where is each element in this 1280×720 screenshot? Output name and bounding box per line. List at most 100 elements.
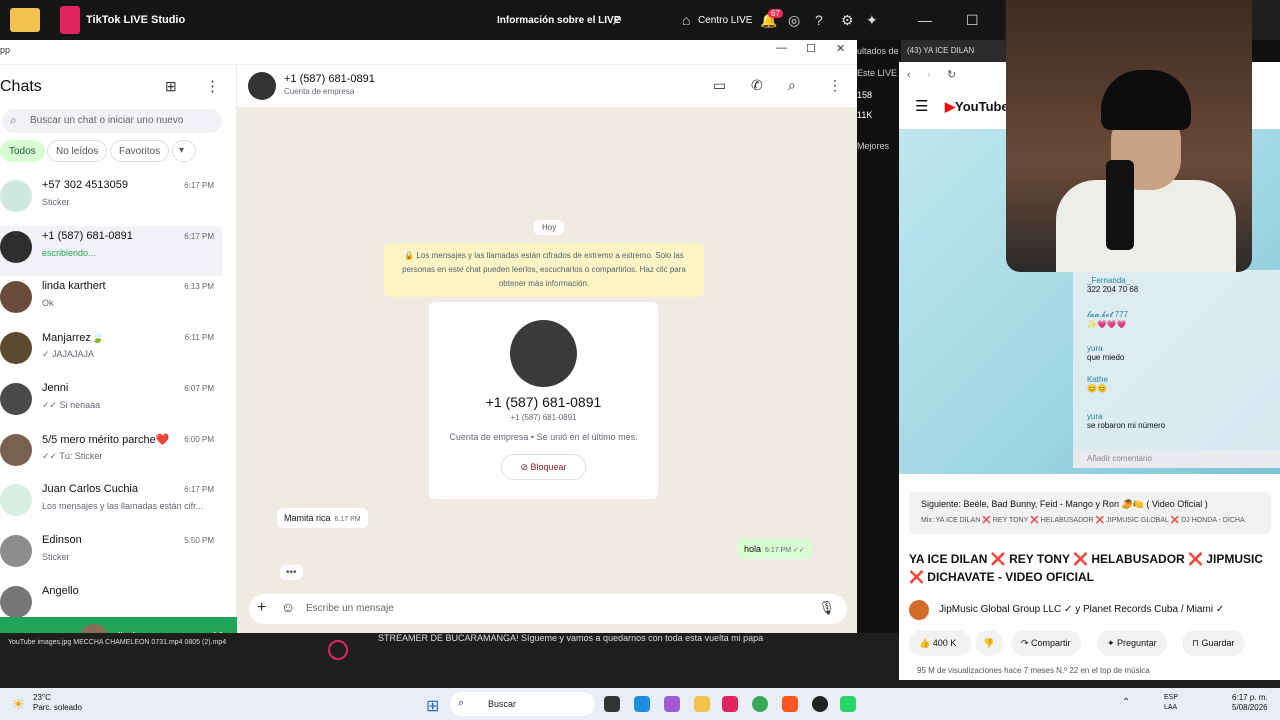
chat-time: 6:11 PM [184, 333, 214, 343]
search-icon[interactable]: ⌕ [788, 77, 796, 94]
search-icon: ⌕ [458, 697, 465, 709]
whatsapp-icon[interactable] [840, 696, 856, 712]
encryption-note[interactable]: 🔒 Los mensajes y las llamadas están cifr… [384, 243, 704, 297]
chat-preview: ✓✓ Tú: Sticker [42, 450, 103, 461]
menu-icon[interactable]: ⋮ [205, 77, 220, 95]
share-icon: ↷ [1021, 638, 1032, 648]
help-icon[interactable]: ? [815, 12, 823, 28]
copilot-icon[interactable] [664, 696, 680, 712]
chevron-up-icon[interactable]: ⌃ [1122, 697, 1130, 708]
maximize-icon[interactable]: ☐ [966, 12, 979, 29]
menu-icon[interactable]: ⋮ [828, 77, 842, 94]
close-icon[interactable]: ✕ [836, 42, 845, 55]
new-chat-icon[interactable]: ⊞ [165, 78, 177, 95]
video-call-icon[interactable]: ▭ [713, 77, 726, 94]
hamburger-icon[interactable]: ☰ [915, 97, 928, 115]
settings-icon[interactable]: ⚙ [841, 12, 854, 29]
comment-item[interactable]: Kathe 😊😊 [1087, 375, 1108, 393]
app-title: TikTok LIVE Studio [86, 14, 186, 26]
chat-list-item[interactable]: Jenni 6:07 PM ✓✓ Si nenaaa [0, 378, 222, 428]
comment-input[interactable]: Añadir comentario [1073, 450, 1280, 468]
chat-list-item[interactable]: Manjarrez🍃 6:11 PM ✓ JAJAJAJA [0, 327, 222, 377]
tiktok-studio-icon[interactable] [722, 696, 738, 712]
webcam-cap [1101, 70, 1191, 130]
ask-button[interactable]: ✦ Preguntar [1097, 630, 1167, 656]
comment-item[interactable]: _Fernanda_ 322 204 70 68 [1087, 276, 1138, 294]
explorer-icon[interactable] [694, 696, 710, 712]
youtube-logo[interactable]: ▶YouTube [945, 99, 1009, 115]
comment-user: yura [1087, 412, 1103, 421]
obs-icon[interactable] [812, 696, 828, 712]
clock[interactable]: 6:17 p. m. 5/08/2026 [1232, 693, 1268, 713]
dislike-button[interactable]: 👎 [975, 630, 1003, 656]
reload-icon[interactable]: ↻ [947, 68, 956, 81]
minimize-icon[interactable]: — [918, 12, 932, 28]
emoji-icon[interactable]: ☺ [281, 599, 295, 615]
windows-start-icon[interactable]: ⊞ [426, 696, 439, 716]
avatar[interactable] [510, 320, 577, 387]
channel-name[interactable]: JipMusic Global Group LLC ✓ y Planet Rec… [939, 604, 1224, 615]
phone-icon[interactable]: ✆ [751, 77, 763, 94]
contact-name: +1 (587) 681-0891 [284, 73, 375, 85]
avatar [0, 281, 32, 314]
message-composer[interactable]: + ☺ Escribe un mensaje 🎙 [249, 594, 847, 624]
like-button[interactable]: 👍 400 K [909, 630, 971, 656]
profile-icon[interactable]: ✦ [866, 12, 878, 29]
avatar [0, 382, 32, 415]
search-input[interactable]: ⌕ Buscar un chat o iniciar uno nuevo [2, 109, 222, 133]
avatar [0, 484, 32, 517]
comment-text: que miedo [1087, 353, 1125, 362]
block-button[interactable]: ⊘ Bloquear [501, 454, 586, 480]
share-icon[interactable]: ↗ [611, 12, 623, 29]
comment-item[interactable]: yura que miedo [1087, 344, 1124, 362]
chat-name: +57 302 4513059 [42, 179, 128, 191]
weather-icon[interactable]: ☀ [12, 696, 25, 713]
folder-icon[interactable] [10, 8, 40, 32]
thumbs-up-icon: 👍 [919, 638, 933, 648]
filter-more-icon[interactable]: ▾ [172, 140, 196, 162]
edge-icon[interactable] [634, 696, 650, 712]
comment-user: yura [1087, 344, 1103, 353]
chat-list-item[interactable]: 5/5 mero mérito parche❤️ 6:00 PM ✓✓ Tú: St… [0, 429, 222, 479]
up-next-box[interactable]: Siguiente: Beéle, Bad Bunny, Feid - Mang… [909, 492, 1271, 534]
share-button[interactable]: ↷ Compartir [1011, 630, 1081, 656]
avatar [0, 585, 32, 617]
avatar[interactable] [248, 72, 276, 100]
weather-widget[interactable]: 23°C Parc. soleado [33, 693, 82, 713]
message-time: 6:17 PM [334, 516, 361, 523]
outgoing-message[interactable]: hola 6:17 PM ✓✓ [737, 539, 812, 559]
incoming-message[interactable]: Mamita rica 6:17 PM [277, 508, 368, 528]
filter-todos[interactable]: Todos [0, 140, 45, 162]
chat-list-item[interactable]: Angello [0, 581, 222, 617]
save-button[interactable]: ⊓ Guardar [1182, 630, 1245, 656]
language-indicator[interactable]: ESP LAA [1164, 693, 1178, 713]
live-info-link[interactable]: Información sobre el LIVE [497, 15, 620, 26]
conversation-header[interactable]: +1 (587) 681-0891 Cuenta de empresa ▭ ✆ … [237, 65, 857, 107]
comment-item[interactable]: yura se robaron mi número [1087, 412, 1165, 430]
tiktok-icon [328, 640, 348, 660]
home-icon[interactable]: ⌂ [682, 12, 690, 28]
back-icon[interactable]: ‹ [907, 69, 911, 81]
chat-list-item[interactable]: Juan Carlos Cuchia 6:17 PM Los mensajes y … [0, 479, 222, 529]
chat-list-item[interactable]: +1 (587) 681-0891 6:17 PM escribiendo... [0, 225, 222, 276]
gift-icon[interactable]: ◎ [788, 12, 800, 29]
filter-no-leidos[interactable]: No leídos [47, 140, 108, 162]
filter-favoritos[interactable]: Favoritos [110, 140, 170, 162]
plus-icon[interactable]: + [257, 599, 266, 617]
avatar[interactable] [909, 600, 929, 620]
mic-icon[interactable]: 🎙 [818, 600, 835, 616]
centro-live-link[interactable]: Centro LIVE [698, 15, 752, 26]
minimize-icon[interactable]: — [776, 42, 787, 54]
chat-list-item[interactable]: linda karthert 6:13 PM Ok [0, 276, 222, 326]
taskbar-search[interactable]: Buscar [450, 692, 595, 716]
chat-list-item[interactable]: +57 302 4513059 6:17 PM Sticker [0, 175, 222, 225]
brave-icon[interactable] [782, 696, 798, 712]
chat-list-item[interactable]: Edinson 5:50 PM Sticker [0, 530, 222, 580]
comment-item[interactable]: 𝓵𝓪𝓪.𝓫𝓸𝓽 777 ✨💗💗💗 [1087, 310, 1128, 329]
maximize-icon[interactable]: ☐ [806, 42, 816, 55]
desktop-files[interactable]: YouTube images.jpg MECCHA CHAMELEON 0731… [8, 639, 226, 646]
chat-time: 6:00 PM [184, 434, 214, 444]
chrome-icon[interactable] [752, 696, 768, 712]
task-view-icon[interactable] [604, 696, 620, 712]
forward-icon[interactable]: › [927, 69, 931, 81]
